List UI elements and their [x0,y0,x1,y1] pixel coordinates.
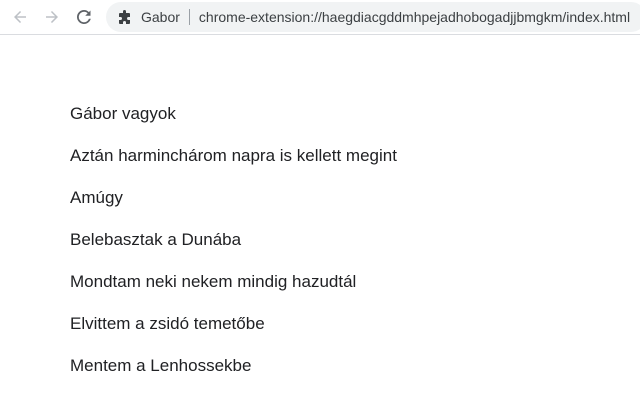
arrow-left-icon [12,9,28,25]
reload-icon [76,9,92,25]
text-line: Elvittem a zsidó temetőbe [70,314,265,333]
reload-button[interactable] [72,5,96,29]
puzzle-piece-icon [117,9,133,25]
text-line: Mondtam neki nekem mindig hazudtál [70,272,357,291]
back-button[interactable] [8,5,32,29]
text-line: Aztán harminchárom napra is kellett megi… [70,146,397,165]
text-line: Mentem a Lenhossekbe [70,356,252,375]
address-bar[interactable]: Gabor chrome-extension://haegdiacgddmhpe… [106,2,640,32]
text-line: Gábor vagyok [70,104,176,123]
extension-name-chip[interactable]: Gabor [141,9,180,25]
text-line: Amúgy [70,188,123,207]
browser-toolbar: Gabor chrome-extension://haegdiacgddmhpe… [0,0,640,35]
chip-divider [188,9,190,25]
page-content: Gábor vagyok Aztán harminchárom napra is… [70,102,397,396]
text-line: Belebasztak a Dunába [70,230,242,249]
url-text[interactable]: chrome-extension://haegdiacgddmhpejadhob… [199,9,630,25]
forward-button[interactable] [40,5,64,29]
arrow-right-icon [44,9,60,25]
